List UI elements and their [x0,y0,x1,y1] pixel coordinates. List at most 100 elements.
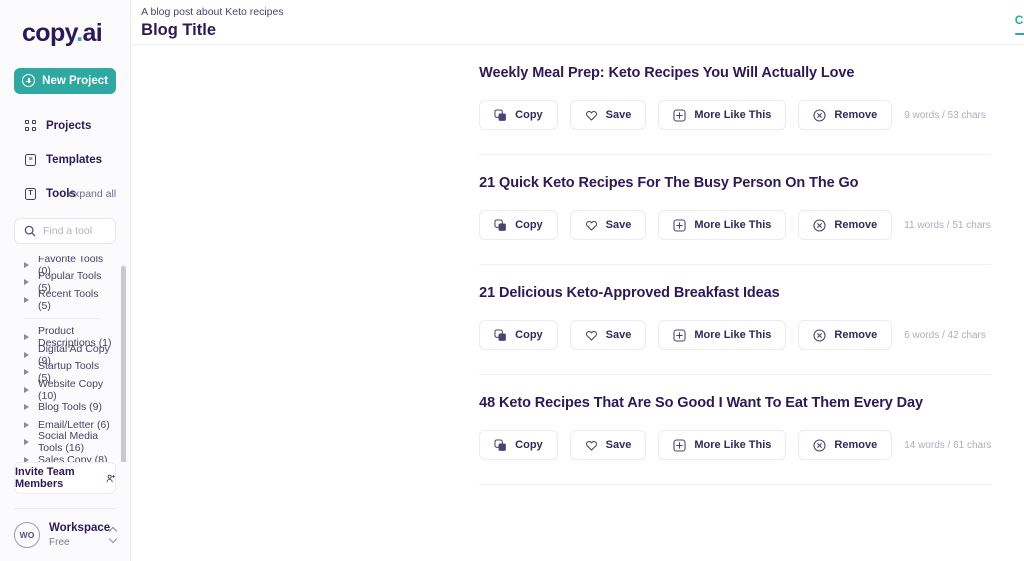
tool-search-wrap [14,217,117,244]
template-icon: ≡ [24,153,37,166]
chevron-right-icon [24,439,29,446]
search-icon [24,225,36,237]
add-user-icon [106,474,115,482]
workspace-name: Workspace [49,522,111,535]
more-like-this-label: More Like This [694,439,772,451]
tool-group-row[interactable]: Blog Tools (9) [0,398,114,416]
chevron-right-icon [24,456,29,463]
save-label: Save [605,439,632,451]
new-project-label: New Project [42,74,108,87]
result-actions: Copy Save More Like [479,100,991,154]
tool-group-row[interactable]: Social Media Tools (16) [0,430,114,454]
search-box[interactable] [14,217,117,244]
more-like-this-button[interactable]: More Like This [658,430,787,460]
tool-group-label: Blog Tools (9) [38,401,103,414]
result-card: 21 Quick Keto Recipes For The Busy Perso… [479,154,992,264]
close-circle-icon [813,328,826,342]
app-root: copy.ai New Project Projects ≡ Templates [0,0,1024,561]
remove-label: Remove [834,329,878,341]
breadcrumb: A blog post about Keto recipes Blog Titl… [141,5,283,40]
sidebar-nav: Projects ≡ Templates T Tools expand all [0,106,130,208]
tools-scrollbar-thumb[interactable] [121,265,127,463]
result-actions: Copy Save More Like [479,320,991,374]
result-card-partial [479,484,992,505]
tool-group-row[interactable]: Recent Tools (5) [0,287,114,312]
sidebar-item-label: Templates [46,153,103,166]
invite-label: Invite Team Members [15,466,75,491]
chevron-right-icon [24,334,29,341]
more-like-this-button[interactable]: More Like This [658,210,787,240]
result-card: 21 Delicious Keto-Approved Breakfast Ide… [479,264,992,374]
chevron-right-icon [24,421,29,428]
save-button[interactable]: Save [569,210,647,240]
logo-text-main: copy [22,19,77,47]
tool-group-label: Recent Tools (5) [38,287,99,312]
tab-create[interactable]: Create [1014,13,1024,35]
save-label: Save [605,219,632,231]
sidebar-item-templates[interactable]: ≡ Templates [0,146,130,174]
expand-all-button[interactable]: expand all [68,188,116,200]
chevron-right-icon [24,279,29,286]
chevron-right-icon [24,369,29,376]
result-meta: 14 words / 61 chars [904,439,992,451]
topbar: A blog post about Keto recipes Blog Titl… [131,0,1024,45]
plus-square-icon [673,438,686,452]
workspace-plan: Free [49,536,70,548]
plus-square-icon [673,108,686,122]
remove-button[interactable]: Remove [798,320,893,350]
sidebar-item-tools[interactable]: T Tools expand all [0,180,130,208]
save-label: Save [605,329,632,341]
heart-icon [585,330,597,341]
main-content: A blog post about Keto recipes Blog Titl… [131,0,1024,561]
save-label: Save [605,109,632,121]
tool-group-label: Website Copy (10) [38,377,104,402]
close-circle-icon [813,108,826,122]
copy-button[interactable]: Copy [479,430,558,460]
copy-button[interactable]: Copy [479,320,558,350]
more-like-this-button[interactable]: More Like This [658,320,787,350]
save-button[interactable]: Save [569,100,647,130]
copy-label: Copy [515,109,543,121]
app-logo[interactable]: copy.ai [22,19,130,48]
remove-button[interactable]: Remove [798,100,893,130]
results-list: Weekly Meal Prep: Keto Recipes You Will … [131,45,1024,561]
chevron-right-icon [24,351,29,358]
result-meta: 6 words / 42 chars [904,329,986,341]
remove-button[interactable]: Remove [798,210,893,240]
invite-team-members-button[interactable]: Invite Team Members [14,462,117,495]
copy-label: Copy [515,329,543,341]
remove-label: Remove [834,109,878,121]
more-like-this-button[interactable]: More Like This [658,100,787,130]
chevron-right-icon [24,261,29,268]
page-subtitle: A blog post about Keto recipes [141,6,284,18]
more-like-this-label: More Like This [694,329,772,341]
search-input[interactable] [43,224,107,237]
result-title: 21 Quick Keto Recipes For The Busy Perso… [479,175,859,191]
heart-icon [585,220,597,231]
sidebar-item-projects[interactable]: Projects [0,112,130,140]
close-circle-icon [813,218,826,232]
tools-list[interactable]: Favorite Tools (0) Popular Tools (5) Rec… [0,256,130,463]
workspace-switcher[interactable]: WO Workspace Free [0,509,130,561]
copy-icon [494,438,507,451]
copy-label: Copy [515,439,543,451]
new-project-button[interactable]: New Project [14,68,117,94]
result-actions: Copy Save More Like [479,430,991,484]
result-title: 48 Keto Recipes That Are So Good I Want … [479,395,923,411]
remove-label: Remove [834,439,878,451]
save-button[interactable]: Save [569,430,647,460]
result-meta: 11 words / 51 chars [904,219,991,231]
result-meta: 9 words / 53 chars [904,109,986,121]
tool-group-label: Sales Copy (8) [38,453,108,463]
logo-text-suffix: ai [82,19,103,47]
copy-icon [494,328,507,341]
copy-icon [494,218,507,231]
save-button[interactable]: Save [569,320,647,350]
chevron-right-icon [24,404,29,411]
page-title: Blog Title [141,20,217,39]
avatar: WO [14,522,40,548]
remove-button[interactable]: Remove [798,430,893,460]
copy-button[interactable]: Copy [479,210,558,240]
copy-button[interactable]: Copy [479,100,558,130]
tool-group-row[interactable]: Website Copy (10) [0,377,114,402]
